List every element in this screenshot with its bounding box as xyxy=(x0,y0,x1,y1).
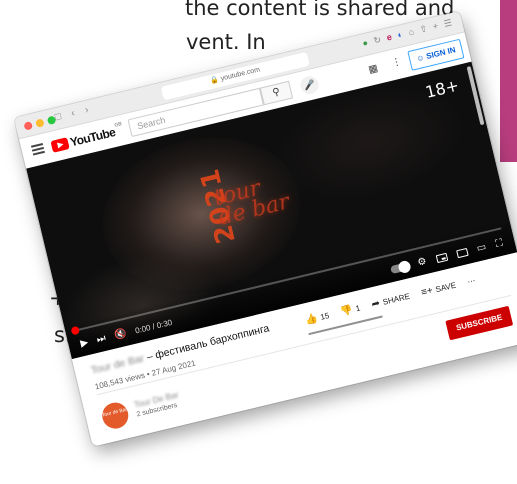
time-display: 0:00 / 0:30 xyxy=(134,317,174,336)
extension-icon[interactable]: ◐ xyxy=(396,29,404,41)
share-label: SHARE xyxy=(381,291,411,307)
thumbs-down-icon: 👎 xyxy=(339,304,355,318)
playlist-add-icon: ≡+ xyxy=(420,285,435,299)
dislike-button[interactable]: 👎 1 xyxy=(340,303,362,318)
reload-icon[interactable]: ↻ xyxy=(372,34,382,46)
extension-icon[interactable]: e xyxy=(386,32,393,44)
theater-mode-icon[interactable] xyxy=(455,247,469,258)
account-icon: ☺ xyxy=(415,52,426,64)
close-window-button[interactable] xyxy=(23,121,34,131)
minimize-window-button[interactable] xyxy=(35,118,45,128)
play-icon[interactable]: ▶ xyxy=(79,337,89,349)
like-count: 15 xyxy=(319,311,331,322)
cast-icon[interactable]: ▭ xyxy=(476,241,488,254)
home-icon[interactable]: ⌂ xyxy=(407,26,415,38)
tabs-overview-icon[interactable]: ☰ xyxy=(443,17,453,30)
mute-icon[interactable]: 🔇 xyxy=(113,328,128,342)
url-text: youtube.com xyxy=(220,66,261,83)
channel-avatar[interactable]: Tour de Bar xyxy=(99,399,131,432)
share-arrow-icon: ➦ xyxy=(370,297,382,311)
subscribe-button[interactable]: SUBSCRIBE xyxy=(445,305,514,341)
save-label: SAVE xyxy=(434,280,457,295)
article-line: the content is shared and xyxy=(185,0,455,20)
article-line: vent. In xyxy=(186,30,266,54)
autoplay-toggle[interactable] xyxy=(389,261,409,274)
youtube-play-icon xyxy=(50,137,70,153)
age-restriction-badge: 18+ xyxy=(423,75,461,102)
share-button[interactable]: ➦ SHARE xyxy=(371,291,411,311)
extension-icon[interactable]: ● xyxy=(361,37,369,49)
browser-nav-icons[interactable]: □ ‹ › xyxy=(54,104,94,124)
miniplayer-icon[interactable] xyxy=(435,252,448,263)
save-button[interactable]: ≡+ SAVE xyxy=(420,280,457,299)
new-tab-icon[interactable]: + xyxy=(432,21,440,33)
more-actions-button[interactable]: ⋯ xyxy=(466,276,476,287)
like-button[interactable]: 👍 15 xyxy=(304,310,330,326)
more-vertical-icon[interactable]: ⋮ xyxy=(391,56,403,69)
apps-grid-icon[interactable]: ▦ xyxy=(367,63,379,76)
country-code: GB xyxy=(113,121,123,129)
progress-scrubber[interactable] xyxy=(70,325,81,336)
sign-in-label: SIGN IN xyxy=(425,45,457,61)
fullscreen-icon[interactable]: ⛶ xyxy=(495,238,504,250)
microphone-icon: 🎤 xyxy=(302,78,317,92)
dislike-count: 1 xyxy=(354,303,362,314)
search-button[interactable]: ⚲ xyxy=(259,80,294,106)
voice-search-button[interactable]: 🎤 xyxy=(298,74,321,96)
next-icon[interactable]: ⏭ xyxy=(96,333,107,346)
youtube-wordmark: YouTube xyxy=(68,124,117,150)
accent-sidebar xyxy=(500,0,517,162)
search-icon: ⚲ xyxy=(271,86,282,99)
share-icon[interactable]: ⇧ xyxy=(419,23,429,35)
hamburger-menu-icon[interactable] xyxy=(30,143,45,156)
window-controls xyxy=(23,115,57,131)
thumbs-up-icon: 👍 xyxy=(304,312,319,327)
settings-gear-icon[interactable]: ⚙ xyxy=(416,256,427,269)
